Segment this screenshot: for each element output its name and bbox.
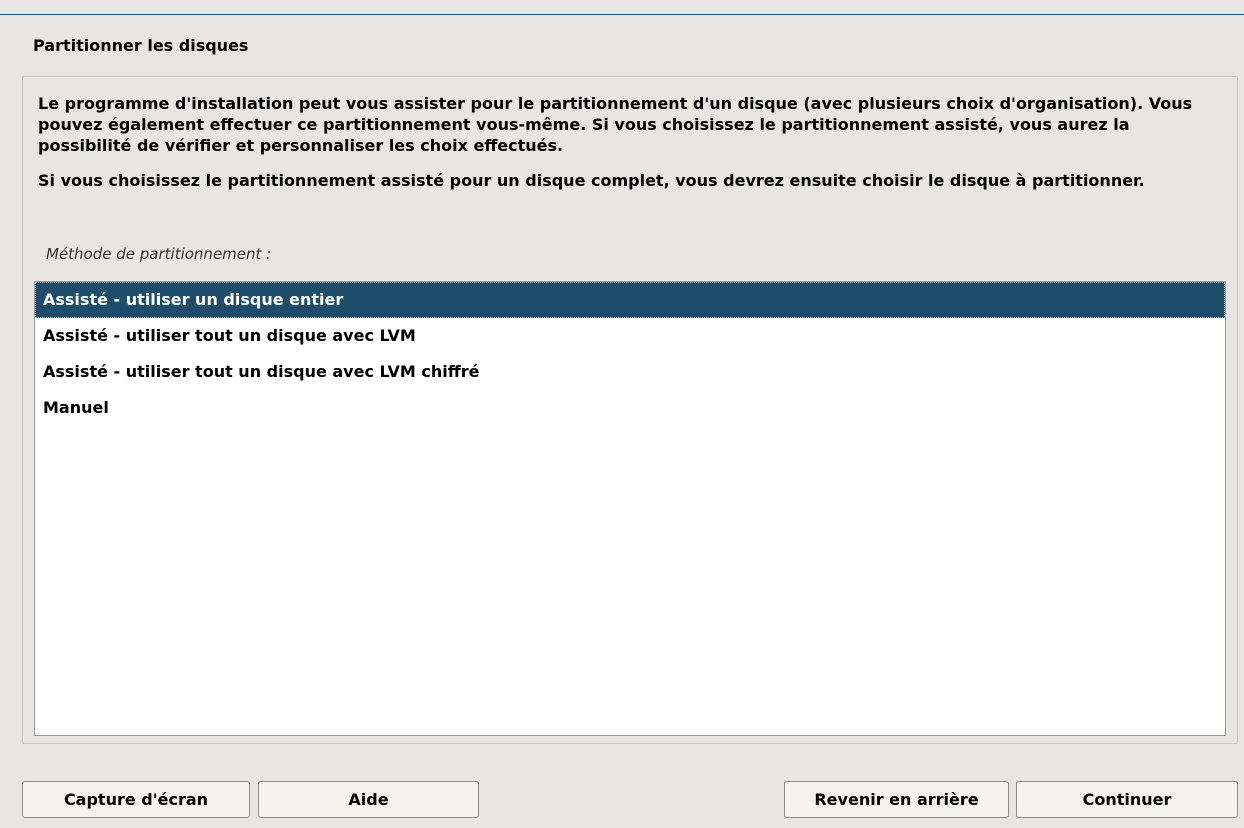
list-item-manual[interactable]: Manuel — [35, 390, 1225, 426]
list-item-guided-encrypted-lvm[interactable]: Assisté - utiliser tout un disque avec L… — [35, 354, 1225, 390]
list-item-guided-lvm[interactable]: Assisté - utiliser tout un disque avec L… — [35, 318, 1225, 354]
back-button[interactable]: Revenir en arrière — [784, 781, 1009, 818]
description-paragraph-1: Le programme d'installation peut vous as… — [38, 94, 1193, 155]
method-label: Méthode de partitionnement : — [46, 245, 272, 263]
list-item-guided-entire-disk[interactable]: Assisté - utiliser un disque entier — [35, 282, 1225, 318]
header-divider — [0, 14, 1244, 15]
description-text: Le programme d'installation peut vous as… — [38, 93, 1218, 205]
partition-method-list[interactable]: Assisté - utiliser un disque entier Assi… — [34, 281, 1226, 736]
continue-button[interactable]: Continuer — [1016, 781, 1238, 818]
screenshot-button[interactable]: Capture d'écran — [22, 781, 250, 818]
description-paragraph-2: Si vous choisissez le partitionnement as… — [38, 171, 1145, 190]
page-title: Partitionner les disques — [33, 36, 249, 55]
help-button[interactable]: Aide — [258, 781, 479, 818]
